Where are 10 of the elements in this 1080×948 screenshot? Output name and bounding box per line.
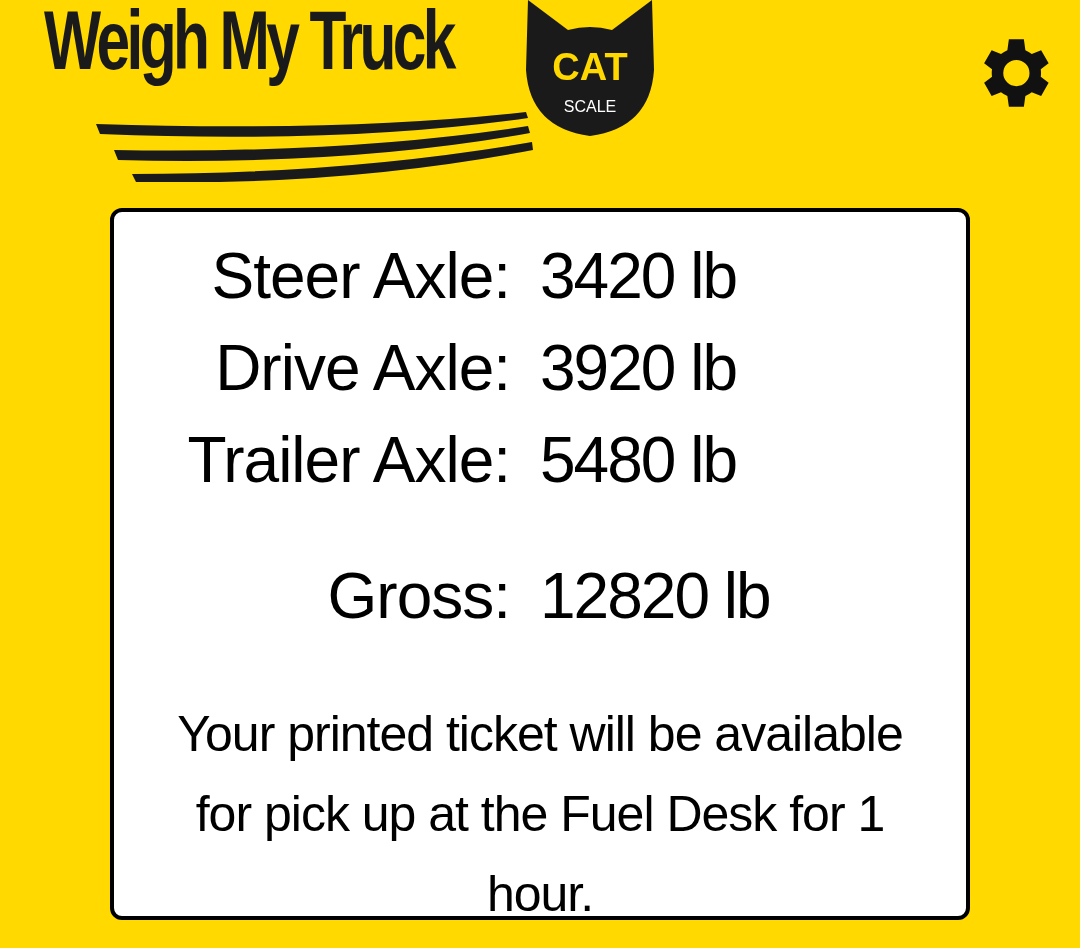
- gross-label: Gross:: [326, 559, 510, 633]
- axle-label: Trailer Axle:: [186, 423, 510, 497]
- axle-weight: 3420 lb: [540, 239, 737, 313]
- gross-weight: 12820 lb: [540, 559, 771, 633]
- axle-weight: 3920 lb: [540, 331, 737, 405]
- logo-title: Weigh My Truck: [44, 0, 453, 89]
- axle-weight: 5480 lb: [540, 423, 737, 497]
- axle-label: Steer Axle:: [210, 239, 510, 313]
- axle-label: Drive Axle:: [214, 331, 510, 405]
- ticket-message: Your printed ticket will be available for pick up at the Fuel Desk for 1 hour.: [176, 705, 904, 924]
